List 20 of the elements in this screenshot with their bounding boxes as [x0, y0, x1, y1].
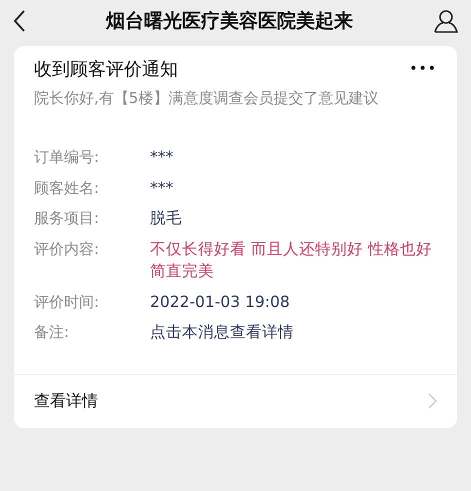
field-label: 评价内容:	[34, 238, 100, 260]
back-icon[interactable]	[12, 9, 26, 33]
field-value: ***	[150, 178, 174, 199]
field-value: 不仅长得好看 而且人还特别好 性格也好 简直完美	[150, 238, 432, 282]
more-menu[interactable]: •••	[409, 59, 437, 80]
field-label: 服务项目:	[34, 208, 100, 230]
chevron-right-icon	[428, 393, 437, 410]
field-label: 备注:	[34, 322, 70, 344]
notification-title: 收到顾客评价通知	[34, 58, 178, 82]
notification-description: 院长你好,有【5楼】满意度调查会员提交了意见建议	[34, 88, 380, 109]
view-details-link[interactable]: 查看详情	[34, 389, 98, 414]
profile-icon[interactable]	[433, 8, 459, 34]
field-value: 点击本消息查看详情	[150, 322, 294, 344]
field-label: 顾客姓名:	[34, 178, 100, 199]
page-title: 烟台曙光医疗美容医院美起来	[106, 8, 353, 34]
field-value: 2022-01-03 19:08	[150, 292, 290, 313]
field-label: 评价时间:	[34, 292, 100, 313]
field-label: 订单编号:	[34, 147, 100, 168]
field-value: 脱毛	[150, 208, 182, 230]
field-value: ***	[150, 147, 174, 168]
